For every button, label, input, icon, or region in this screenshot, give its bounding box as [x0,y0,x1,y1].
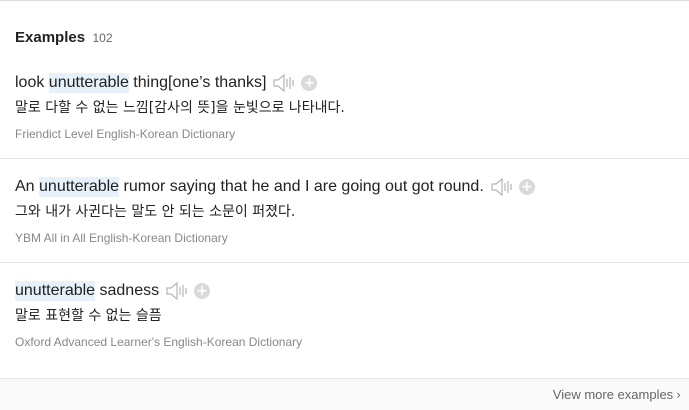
examples-title: Examples [15,29,86,46]
example-keyword[interactable]: unutterable [15,281,96,301]
example-item: look unutterable thing[one’s thanks] + 말… [0,55,689,159]
speaker-icon[interactable] [272,73,296,93]
top-divider [0,0,689,1]
example-source[interactable]: Friendict Level English-Korean Dictionar… [15,127,235,141]
example-korean: 그와 내가 사귄다는 말도 안 되는 소문이 퍼졌다. [15,204,296,220]
examples-count: 102 [92,31,113,45]
example-item: An unutterable rumor saying that he and … [0,159,689,263]
example-text-after: thing[one’s thanks] [128,74,267,91]
add-icon[interactable]: + [194,283,211,299]
example-text-before: An [15,178,40,195]
examples-header: Examples 102 [15,29,113,47]
example-text-after: sadness [95,282,160,299]
view-more-examples-link[interactable]: View more examples › [553,387,681,402]
chevron-right-icon: › [676,388,681,402]
example-english: look unutterable thing[one’s thanks] + [15,73,318,93]
example-text-after: rumor saying that he and I are going out… [119,178,484,195]
example-text-before: look [15,74,49,91]
example-keyword[interactable]: unutterable [48,73,129,93]
add-icon[interactable]: + [301,75,318,91]
view-more-label: View more examples [552,387,674,402]
add-icon[interactable]: + [518,179,535,195]
speaker-icon[interactable] [165,281,189,301]
example-english: An unutterable rumor saying that he and … [15,177,535,197]
example-keyword[interactable]: unutterable [39,177,120,197]
example-source[interactable]: Oxford Advanced Learner's English-Korean… [15,335,302,349]
example-source[interactable]: YBM All in All English-Korean Dictionary [15,231,228,245]
example-english: unutterable sadness + [15,281,211,301]
example-item: unutterable sadness + 말로 표현할 수 없는 슬픔 Oxf… [0,263,689,377]
example-korean: 말로 다할 수 없는 느낌[감사의 뜻]을 눈빛으로 나타내다. [15,100,345,116]
examples-footer: View more examples › [0,378,689,410]
speaker-icon[interactable] [490,177,514,197]
example-korean: 말로 표현할 수 없는 슬픔 [15,308,162,324]
